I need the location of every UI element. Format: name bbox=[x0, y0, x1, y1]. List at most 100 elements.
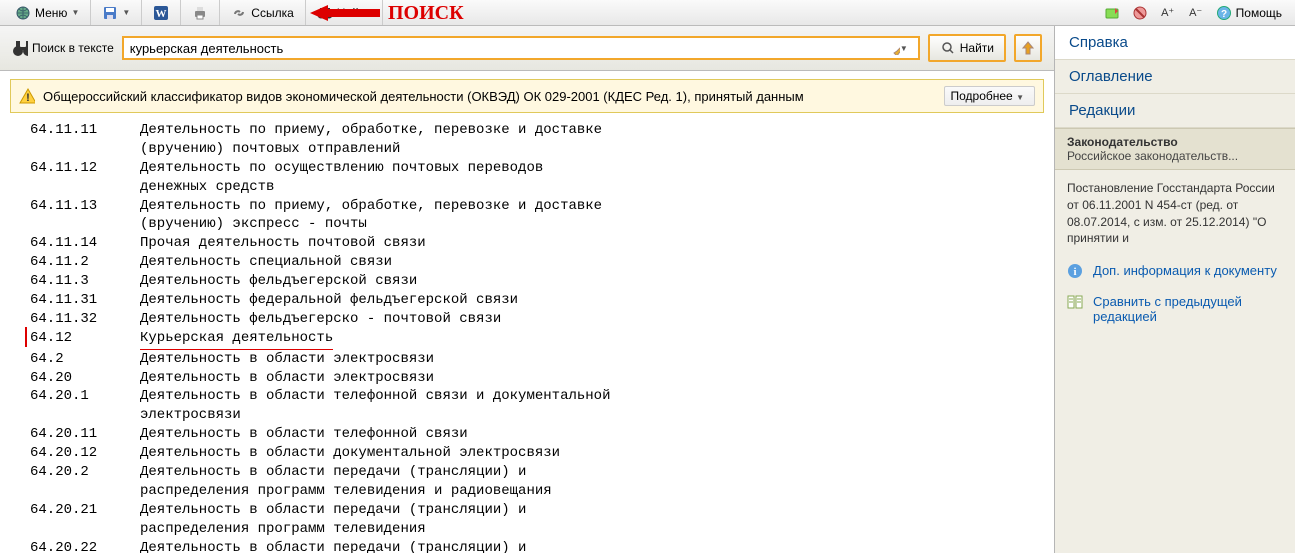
compare-icon bbox=[1067, 294, 1085, 313]
code-row: 64.20.2Деятельность в области передачи (… bbox=[30, 463, 1034, 482]
code-number: 64.20.22 bbox=[30, 539, 140, 553]
law-title: Законодательство bbox=[1067, 135, 1283, 149]
search-annotation: ПОИСК bbox=[310, 0, 464, 26]
notice-banner: ! Общероссийский классификатор видов эко… bbox=[10, 79, 1044, 113]
word-icon: W bbox=[153, 5, 169, 21]
code-desc: Деятельность специальной связи bbox=[140, 253, 1034, 272]
code-desc: Деятельность в области передачи (трансля… bbox=[140, 501, 1034, 520]
nav-redaktsii[interactable]: Редакции bbox=[1055, 94, 1295, 128]
link-doc-info[interactable]: i Доп. информация к документу bbox=[1055, 257, 1295, 288]
code-desc-cont: (вручению) экспресс - почты bbox=[140, 215, 1034, 234]
printer-icon bbox=[192, 5, 208, 21]
document-body[interactable]: 64.11.11 Деятельность по приему, обработк… bbox=[0, 113, 1054, 553]
font-decrease-button[interactable]: A⁻ bbox=[1183, 2, 1209, 24]
tool-1-button[interactable] bbox=[1099, 2, 1125, 24]
help-icon: ? bbox=[1216, 5, 1232, 21]
chevron-down-icon: ▼ bbox=[122, 8, 130, 17]
code-number: 64.2 bbox=[30, 350, 140, 369]
search-find-button[interactable]: Найти bbox=[928, 34, 1006, 62]
binoculars-icon bbox=[12, 40, 28, 56]
svg-text:!: ! bbox=[26, 92, 30, 104]
code-desc-cont: денежных средств bbox=[140, 178, 1034, 197]
code-number: 64.20.12 bbox=[30, 444, 140, 463]
code-number: 64.20 bbox=[30, 369, 140, 388]
code-desc: Деятельность по приему, обработке, перев… bbox=[140, 197, 1034, 216]
code-row: 64.20.21Деятельность в области передачи … bbox=[30, 501, 1034, 520]
notice-text: Общероссийский классификатор видов эконо… bbox=[43, 89, 936, 104]
code-number: 64.20.2 bbox=[30, 463, 140, 482]
code-row: 64.20.1Деятельность в области телефонной… bbox=[30, 387, 1034, 406]
search-input[interactable] bbox=[122, 36, 920, 60]
code-row: 64.20.12Деятельность в области документа… bbox=[30, 444, 1034, 463]
notice-more-button[interactable]: Подробнее ▼ bbox=[944, 86, 1036, 106]
menu-label: Меню bbox=[35, 6, 67, 20]
code-row: 64.11.31Деятельность федеральной фельдъе… bbox=[30, 291, 1034, 310]
code-row: 64.2Деятельность в области электросвязиi… bbox=[30, 350, 1034, 369]
code-row: 64.11.12Деятельность по осуществлению по… bbox=[30, 159, 1034, 178]
tool-2-button[interactable] bbox=[1127, 2, 1153, 24]
help-label: Помощь bbox=[1236, 6, 1282, 20]
link-button[interactable]: Ссылка bbox=[226, 2, 298, 24]
law-subtitle: Российское законодательств... bbox=[1067, 149, 1283, 163]
right-sidebar: Справка Оглавление Редакции Законодатель… bbox=[1055, 26, 1295, 553]
text-search-bar: Поиск в тексте ▼ Найти bbox=[0, 26, 1054, 71]
code-desc: Деятельность в области телефонной связи bbox=[140, 425, 1034, 444]
code-row: 64.11.14Прочая деятельность почтовой свя… bbox=[30, 234, 1034, 253]
law-block: Законодательство Российское законодатель… bbox=[1055, 128, 1295, 170]
chevron-down-icon: ▼ bbox=[1016, 93, 1024, 102]
card-icon bbox=[1104, 5, 1120, 21]
code-desc: Деятельность фельдъегерской связи bbox=[140, 272, 1034, 291]
code-row: 64.20.22Деятельность в области передачи … bbox=[30, 539, 1034, 553]
print-button[interactable] bbox=[187, 2, 213, 24]
link-compare[interactable]: Сравнить с предыдущей редакцией bbox=[1055, 288, 1295, 330]
code-row: 64.11.11Деятельность по приему, обработк… bbox=[30, 121, 1034, 140]
svg-text:?: ? bbox=[1221, 9, 1227, 20]
code-number: 64.20.1 bbox=[30, 387, 140, 406]
code-number: 64.11.2 bbox=[30, 253, 140, 272]
chevron-down-icon: ▼ bbox=[71, 8, 79, 17]
code-desc: Деятельность по осуществлению почтовых п… bbox=[140, 159, 1034, 178]
code-row: 64.11.3Деятельность фельдъегерской связи bbox=[30, 272, 1034, 291]
font-increase-button[interactable]: A⁺ bbox=[1155, 2, 1181, 24]
info-icon: i bbox=[1067, 263, 1085, 282]
code-number: 64.20.11 bbox=[30, 425, 140, 444]
code-desc: Деятельность в области электросвязи bbox=[140, 350, 1034, 369]
code-number: 64.11.11 bbox=[30, 121, 140, 140]
code-number: 64.20.21 bbox=[30, 501, 140, 520]
font-plus-icon: A⁺ bbox=[1160, 5, 1176, 21]
save-button[interactable]: ▼ bbox=[97, 2, 135, 24]
code-number: 64.11.31 bbox=[30, 291, 140, 310]
word-button[interactable]: W bbox=[148, 2, 174, 24]
code-desc: Деятельность фельдъегерско - почтовой св… bbox=[140, 310, 1034, 329]
code-row: 64.12Курьерская деятельность bbox=[30, 329, 1034, 350]
code-number: 64.11.12 bbox=[30, 159, 140, 178]
svg-text:W: W bbox=[156, 8, 167, 20]
link-icon bbox=[231, 5, 247, 21]
code-desc-cont: электросвязи bbox=[140, 406, 1034, 425]
forbidden-icon bbox=[1132, 5, 1148, 21]
reference-text: Постановление Госстандарта России от 06.… bbox=[1055, 170, 1295, 257]
code-desc-cont: распределения программ телевидения и рад… bbox=[140, 482, 1034, 501]
menu-button[interactable]: Меню ▼ bbox=[10, 2, 84, 24]
nav-oglavlenie[interactable]: Оглавление bbox=[1055, 60, 1295, 94]
search-up-button[interactable] bbox=[1014, 34, 1042, 62]
search-label: Поиск в тексте bbox=[12, 40, 114, 56]
code-desc-cont: распределения программ телевидения bbox=[140, 520, 1034, 539]
code-desc: Деятельность федеральной фельдъегерской … bbox=[140, 291, 1034, 310]
code-desc: Курьерская деятельность bbox=[140, 329, 1034, 350]
link-label: Ссылка bbox=[251, 6, 293, 20]
help-button[interactable]: ? Помощь bbox=[1211, 2, 1287, 24]
highlighter-icon[interactable]: ▼ bbox=[892, 40, 908, 56]
code-row: 64.11.2Деятельность специальной связи bbox=[30, 253, 1034, 272]
code-desc: Прочая деятельность почтовой связи bbox=[140, 234, 1034, 253]
warning-icon: ! bbox=[19, 88, 35, 104]
magnifier-icon bbox=[940, 40, 956, 56]
main-toolbar: Меню ▼ ▼ W Ссылка Найти ПОИСК bbox=[0, 0, 1295, 26]
floppy-icon bbox=[102, 5, 118, 21]
code-desc: Деятельность в области передачи (трансля… bbox=[140, 463, 1034, 482]
svg-text:i: i bbox=[1073, 266, 1076, 278]
globe-icon bbox=[15, 5, 31, 21]
code-row: 64.11.13Деятельность по приему, обработк… bbox=[30, 197, 1034, 216]
nav-spravka[interactable]: Справка bbox=[1055, 26, 1295, 60]
code-number: 64.12 bbox=[30, 329, 140, 350]
